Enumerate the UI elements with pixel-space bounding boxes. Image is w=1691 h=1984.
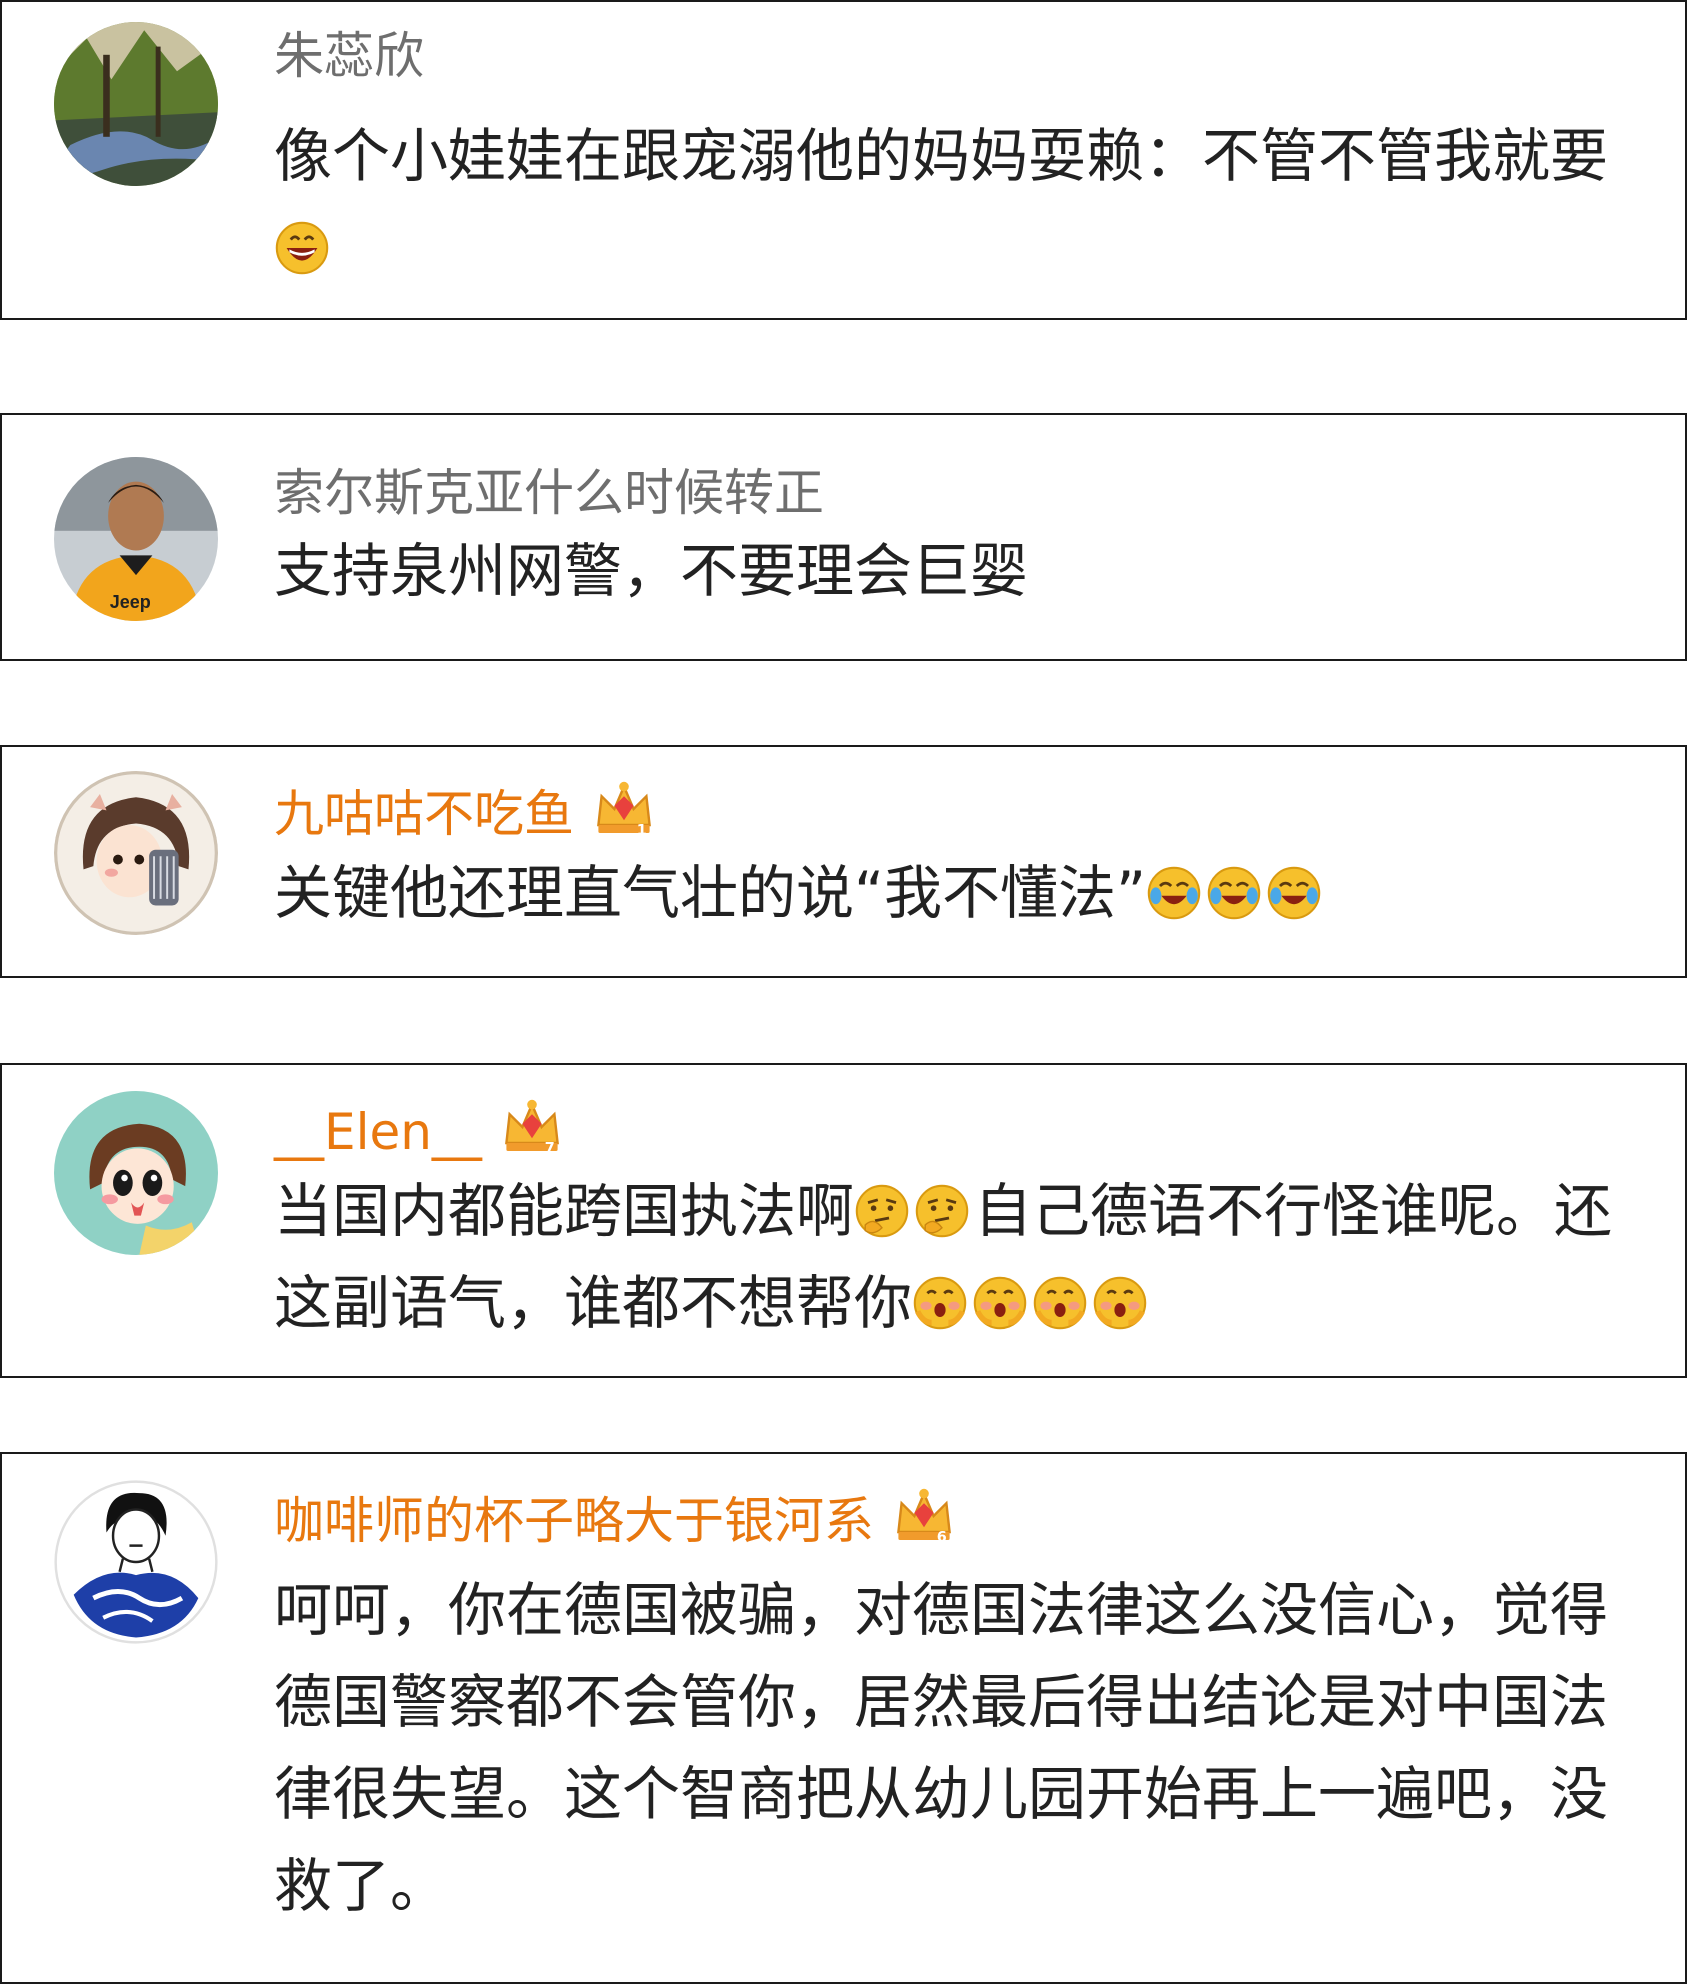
username-text: 九咕咕不吃鱼: [274, 785, 574, 843]
laugh-cry-emoji-icon: [1267, 866, 1321, 920]
svg-text:7: 7: [545, 1141, 555, 1157]
shocked-emoji-icon: [913, 1276, 967, 1330]
vip-crown-badge-icon: 1: [597, 781, 651, 839]
comment-text-content: 关键他还理直气壮的说“我不懂法”: [274, 859, 1147, 927]
svg-text:1: 1: [637, 823, 647, 839]
comment-card: 朱蕊欣 像个小娃娃在跟宠溺他的妈妈耍赖：不管不管我就要: [0, 0, 1687, 320]
avatar-forest-stream-image: [54, 22, 218, 186]
comment-text-content: 支持泉州网警，不要理会巨婴: [274, 537, 1029, 605]
username-text: 咖啡师的杯子略大于银河系: [274, 1492, 874, 1550]
svg-text:6: 6: [937, 1530, 947, 1546]
vip-crown-badge-icon: 6: [897, 1488, 951, 1546]
vip-crown-badge-icon: 7: [504, 1099, 559, 1157]
username[interactable]: 九咕咕不吃鱼 1: [274, 777, 656, 844]
avatar-illustrated-woman-image: [54, 1480, 218, 1644]
thinking-emoji-icon: [855, 1184, 909, 1238]
comment-card: 咖啡师的杯子略大于银河系 6 呵呵，你在德国被骗，对德国法律这么没信心，觉得德国警…: [0, 1452, 1687, 1984]
shocked-emoji-icon: [1093, 1276, 1147, 1330]
comment-text-part1: 当国内都能跨国执法啊: [274, 1177, 855, 1245]
laugh-cry-emoji-icon: [1207, 866, 1261, 920]
avatar[interactable]: [54, 22, 218, 186]
avatar-cartoon-girl-teal-image: [54, 1091, 218, 1255]
avatar-cartoon-girl-image: [54, 771, 218, 935]
comment-text: 支持泉州网警，不要理会巨婴: [274, 525, 1645, 617]
comment-card: Jeep 索尔斯克亚什么时候转正 支持泉州网警，不要理会巨婴: [0, 413, 1687, 661]
thinking-emoji-icon: [915, 1184, 969, 1238]
comment-text: 关键他还理直气壮的说“我不懂法”: [274, 847, 1645, 939]
comment-text: 当国内都能跨国执法啊 自己德语不行怪谁呢。还这副语气，谁都不想帮你: [274, 1165, 1645, 1349]
avatar[interactable]: [54, 1480, 218, 1644]
username-text: __Elen__: [274, 1103, 482, 1161]
shocked-emoji-icon: [973, 1276, 1027, 1330]
avatar[interactable]: [54, 771, 218, 935]
comment-card: 九咕咕不吃鱼 1 关键他还理直气壮的说“我不懂法”: [0, 745, 1687, 978]
comment-text: 呵呵，你在德国被骗，对德国法律这么没信心，觉得德国警察都不会管你，居然最后得出结…: [274, 1564, 1645, 1932]
svg-text:Jeep: Jeep: [110, 592, 151, 612]
avatar[interactable]: [54, 1091, 218, 1255]
comment-card: __Elen__ 7 当国内都能跨国执法啊 自己德语不行怪谁呢。还这副语气，谁都不想…: [0, 1063, 1687, 1378]
laugh-cry-emoji-icon: [1147, 866, 1201, 920]
username[interactable]: 索尔斯克亚什么时候转正: [274, 463, 824, 523]
comment-text-content: 像个小娃娃在跟宠溺他的妈妈耍赖：不管不管我就要: [274, 122, 1609, 190]
avatar[interactable]: Jeep: [54, 457, 218, 621]
avatar-footballer-image: Jeep: [54, 457, 218, 621]
username[interactable]: 朱蕊欣: [274, 26, 424, 86]
username[interactable]: 咖啡师的杯子略大于银河系 6: [274, 1484, 956, 1551]
comment-text: 像个小娃娃在跟宠溺他的妈妈耍赖：不管不管我就要: [274, 110, 1645, 294]
grin-emoji-icon: [275, 221, 329, 275]
username[interactable]: __Elen__ 7: [274, 1095, 564, 1162]
shocked-emoji-icon: [1033, 1276, 1087, 1330]
comment-text-content: 呵呵，你在德国被骗，对德国法律这么没信心，觉得德国警察都不会管你，居然最后得出结…: [274, 1576, 1609, 1920]
